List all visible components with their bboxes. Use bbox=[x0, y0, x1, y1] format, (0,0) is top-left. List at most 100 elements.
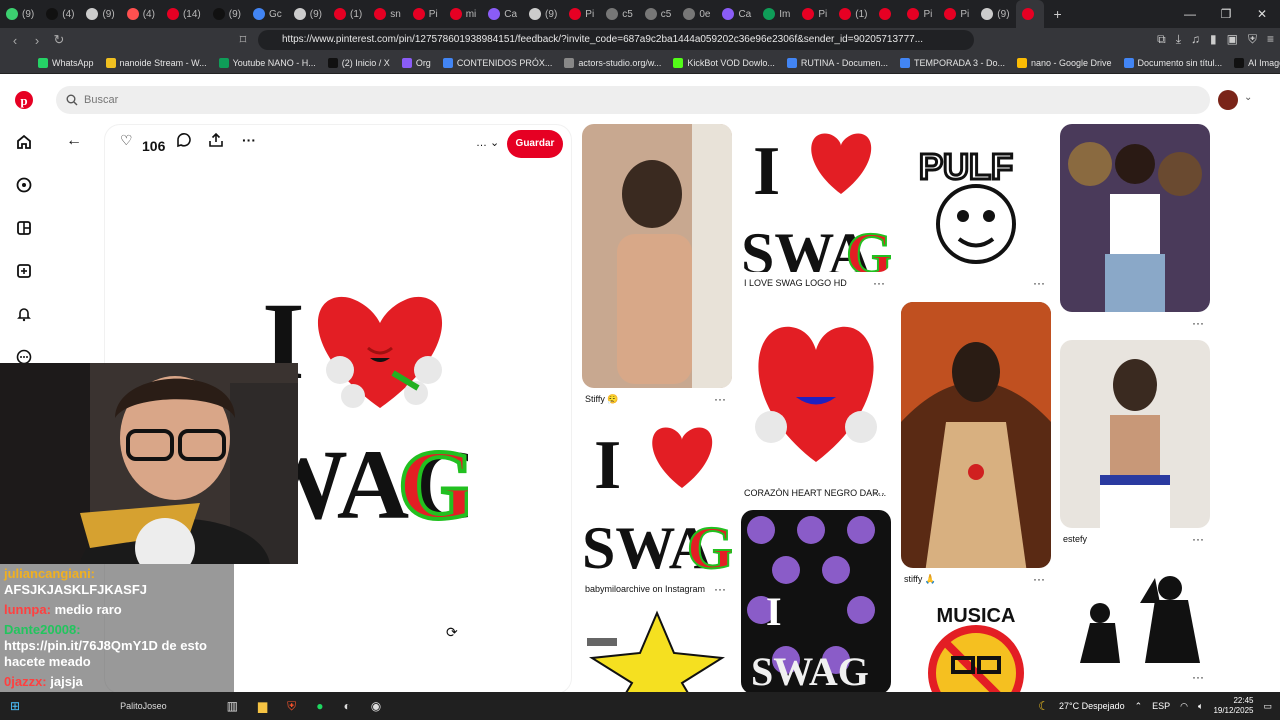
pin-card[interactable]: PULF bbox=[901, 124, 1051, 272]
browser-tab[interactable]: (9) bbox=[207, 0, 247, 28]
browser-tab[interactable]: (9) bbox=[0, 0, 40, 28]
back-icon[interactable]: ‹ bbox=[4, 33, 26, 48]
reload-icon[interactable]: ↻ bbox=[48, 32, 70, 48]
pin-card-caption[interactable]: I LOVE SWAG LOGO HD bbox=[744, 278, 894, 288]
volume-icon[interactable]: 🔈︎ bbox=[1198, 701, 1203, 712]
browser-tab[interactable]: Ca bbox=[482, 0, 523, 28]
heart-icon[interactable]: ♡ bbox=[120, 132, 133, 149]
pin-card[interactable] bbox=[582, 124, 732, 388]
notifications-icon[interactable] bbox=[12, 302, 36, 326]
pin-card-caption[interactable]: babymiloarchive on Instagram bbox=[585, 584, 735, 594]
browser-tab[interactable]: Pi bbox=[407, 0, 444, 28]
wallet-icon[interactable]: ▣ bbox=[1227, 32, 1238, 47]
obs-icon[interactable]: ◉ bbox=[371, 699, 381, 713]
pin-card[interactable] bbox=[1060, 340, 1210, 528]
browser-tab[interactable] bbox=[1015, 0, 1044, 28]
forward-icon[interactable]: › bbox=[26, 33, 48, 48]
bookmark-item[interactable]: Youtube NANO - H... bbox=[218, 57, 316, 68]
notification-icon[interactable]: ▭ bbox=[1263, 701, 1272, 712]
language-indicator[interactable]: ESP bbox=[1152, 701, 1170, 711]
bookmark-item[interactable]: (2) Inicio / X bbox=[327, 57, 390, 68]
create-icon[interactable] bbox=[12, 259, 36, 283]
browser-tab[interactable]: c5 bbox=[600, 0, 639, 28]
pin-card[interactable]: ISWAG bbox=[741, 124, 891, 272]
vpn-icon[interactable]: ⛨ bbox=[1248, 32, 1257, 47]
clock[interactable]: 22:45 19/12/2025 bbox=[1213, 696, 1253, 716]
browser-tab[interactable]: (9) bbox=[975, 0, 1015, 28]
wifi-icon[interactable]: ◠ bbox=[1180, 701, 1188, 712]
pin-card[interactable]: ISWAG bbox=[741, 510, 891, 692]
sidebar-icon[interactable]: ▮ bbox=[1210, 32, 1217, 47]
pin-card-more-icon[interactable]: ··· bbox=[873, 276, 885, 290]
pin-card-more-icon[interactable]: ··· bbox=[1033, 572, 1045, 586]
bookmark-item[interactable]: RUTINA - Documen... bbox=[786, 57, 888, 68]
pin-card-caption[interactable]: CORAZÓN HEART NEGRO DAR... bbox=[744, 488, 894, 498]
pin-card[interactable] bbox=[741, 302, 891, 482]
browser-tab[interactable]: 0e bbox=[677, 0, 716, 28]
browser-tab[interactable]: (9) bbox=[523, 0, 563, 28]
pin-card-more-icon[interactable]: ··· bbox=[873, 486, 885, 500]
browser-tab[interactable]: (1) bbox=[833, 0, 873, 28]
browser-tab[interactable] bbox=[873, 0, 901, 28]
pin-card[interactable]: MUSICA bbox=[901, 598, 1051, 692]
share-icon[interactable] bbox=[208, 132, 224, 151]
pin-card[interactable] bbox=[901, 302, 1051, 568]
new-tab-button[interactable]: + bbox=[1054, 6, 1062, 22]
browser-tab[interactable]: Gc bbox=[247, 0, 288, 28]
home-icon[interactable] bbox=[12, 130, 36, 154]
bookmark-item[interactable]: Org bbox=[401, 57, 431, 68]
search-input[interactable]: Buscar bbox=[56, 86, 1210, 114]
board-selector[interactable]: … ⌄ bbox=[476, 136, 499, 149]
pin-card-caption[interactable]: estefy bbox=[1063, 534, 1213, 544]
bookmark-item[interactable]: WhatsApp bbox=[38, 57, 94, 68]
pin-card-caption[interactable]: stiffy 🙏 bbox=[904, 574, 1054, 585]
save-button[interactable]: Guardar bbox=[507, 130, 563, 158]
pinterest-logo-icon[interactable]: p bbox=[12, 88, 36, 112]
maximize-button[interactable]: ❐ bbox=[1208, 0, 1244, 28]
pin-card[interactable] bbox=[1060, 124, 1210, 312]
browser-tab[interactable]: (9) bbox=[80, 0, 120, 28]
browser-tab[interactable]: Pi bbox=[901, 0, 938, 28]
pin-card[interactable] bbox=[1060, 558, 1210, 666]
pin-card-more-icon[interactable]: ··· bbox=[714, 392, 726, 406]
brave-icon[interactable]: ⛨ bbox=[287, 699, 296, 714]
url-field[interactable]: https://www.pinterest.com/pin/1275786019… bbox=[258, 30, 974, 50]
bookmark-item[interactable]: CONTENIDOS PRÓX... bbox=[442, 57, 552, 68]
browser-tab[interactable]: sn bbox=[368, 0, 407, 28]
bookmark-item[interactable]: AI Image Upscaler |... bbox=[1234, 57, 1280, 68]
browser-tab[interactable]: c5 bbox=[639, 0, 678, 28]
browser-tab[interactable]: (4) bbox=[121, 0, 161, 28]
browser-tab[interactable]: (4) bbox=[40, 0, 80, 28]
menu-icon[interactable]: ≡ bbox=[1267, 32, 1274, 47]
pin-card[interactable]: ISWAG bbox=[582, 418, 732, 578]
pin-card-more-icon[interactable]: ··· bbox=[1192, 532, 1204, 546]
pin-card-more-icon[interactable]: ··· bbox=[1033, 276, 1045, 290]
browser-tab[interactable]: Pi bbox=[563, 0, 600, 28]
browser-tab[interactable]: (14) bbox=[161, 0, 207, 28]
media-icon[interactable]: ♫ bbox=[1191, 32, 1200, 47]
browser-tab[interactable]: (9) bbox=[288, 0, 328, 28]
pin-card-more-icon[interactable]: ··· bbox=[1192, 670, 1204, 684]
bookmark-icon[interactable]: ⌑ bbox=[232, 32, 254, 48]
start-icon[interactable]: ⊞ bbox=[10, 699, 20, 713]
weather-text[interactable]: 27°C Despejado bbox=[1059, 701, 1125, 711]
account-chevron-icon[interactable]: ⌄ bbox=[1244, 92, 1252, 103]
browser-tab[interactable]: mi bbox=[444, 0, 483, 28]
visual-search-icon[interactable]: ⟳ bbox=[446, 624, 458, 641]
bookmark-item[interactable]: nanoide Stream - W... bbox=[105, 57, 207, 68]
boards-icon[interactable] bbox=[12, 216, 36, 240]
bookmark-item[interactable]: KickBot VOD Dowlo... bbox=[673, 57, 775, 68]
browser-tab[interactable]: Im bbox=[757, 0, 796, 28]
close-window-button[interactable]: ✕ bbox=[1244, 0, 1280, 28]
extensions-icon[interactable]: ⧉ bbox=[1157, 32, 1166, 47]
download-icon[interactable]: ⤓ bbox=[1176, 32, 1181, 47]
comment-icon[interactable] bbox=[176, 132, 192, 151]
minimize-button[interactable]: — bbox=[1172, 0, 1208, 28]
explore-icon[interactable] bbox=[12, 173, 36, 197]
spotify-icon[interactable]: ● bbox=[316, 699, 323, 713]
pin-card[interactable] bbox=[582, 608, 732, 692]
tray-chevron-icon[interactable]: ⌃ bbox=[1135, 701, 1143, 712]
pin-card-more-icon[interactable]: ··· bbox=[1192, 316, 1204, 330]
browser-tab[interactable]: Ca bbox=[716, 0, 757, 28]
browser-tab[interactable]: Pi bbox=[938, 0, 975, 28]
